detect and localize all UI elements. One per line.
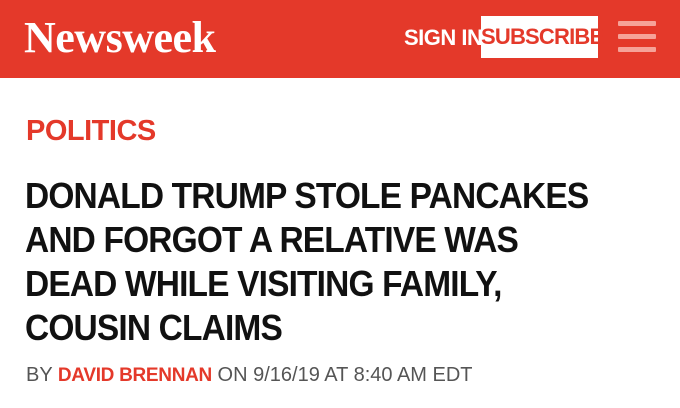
newsweek-logo[interactable]: Newsweek <box>24 10 216 66</box>
menu-line <box>618 21 656 26</box>
byline-on: ON <box>217 364 248 386</box>
article-headline: DONALD TRUMP STOLE PANCAKES AND FORGOT A… <box>25 175 589 348</box>
menu-line <box>618 47 656 52</box>
subscribe-button[interactable]: SUBSCRIBE <box>481 16 604 58</box>
author-link[interactable]: DAVID BRENNAN <box>58 365 212 386</box>
hamburger-menu-icon[interactable] <box>618 20 656 54</box>
top-navigation-bar: Newsweek SIGN IN SUBSCRIBE <box>0 0 680 78</box>
menu-line <box>618 34 656 39</box>
publish-time: 8:40 AM EDT <box>353 364 473 386</box>
byline-by: BY <box>26 364 53 386</box>
section-label-politics[interactable]: POLITICS <box>26 113 156 149</box>
byline-at: AT <box>324 364 349 386</box>
article-byline: BY DAVID BRENNAN ON 9/16/19 AT 8:40 AM E… <box>26 362 473 389</box>
publish-date: 9/16/19 <box>253 364 320 386</box>
sign-in-link[interactable]: SIGN IN <box>404 24 483 52</box>
